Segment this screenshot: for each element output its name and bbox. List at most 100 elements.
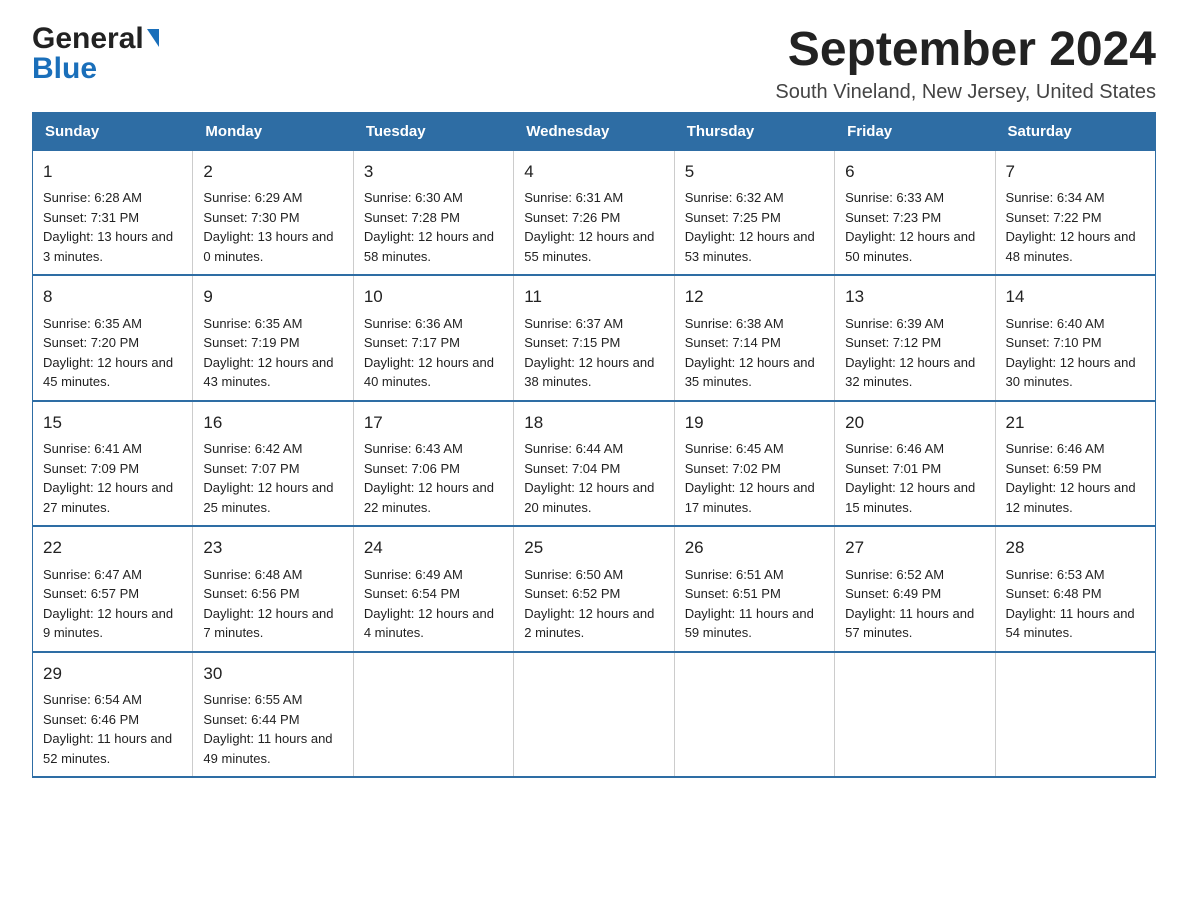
day-number: 22: [43, 535, 182, 561]
day-number: 4: [524, 159, 663, 185]
calendar-cell: 28 Sunrise: 6:53 AMSunset: 6:48 PMDayligh…: [995, 526, 1155, 652]
day-number: 12: [685, 284, 824, 310]
day-number: 10: [364, 284, 503, 310]
day-number: 27: [845, 535, 984, 561]
calendar-cell: [995, 652, 1155, 778]
day-info: Sunrise: 6:53 AMSunset: 6:48 PMDaylight:…: [1006, 565, 1145, 643]
calendar-cell: 21Sunrise: 6:46 AMSunset: 6:59 PMDayligh…: [995, 401, 1155, 527]
day-number: 29: [43, 661, 182, 687]
calendar-cell: 27 Sunrise: 6:52 AMSunset: 6:49 PMDayligh…: [835, 526, 995, 652]
day-info: Sunrise: 6:48 AMSunset: 6:56 PMDaylight:…: [203, 565, 342, 643]
day-info: Sunrise: 6:31 AMSunset: 7:26 PMDaylight:…: [524, 188, 663, 266]
calendar-cell: [674, 652, 834, 778]
calendar-cell: 6 Sunrise: 6:33 AMSunset: 7:23 PMDaylight…: [835, 150, 995, 275]
calendar-cell: 11 Sunrise: 6:37 AMSunset: 7:15 PMDayligh…: [514, 275, 674, 401]
day-number: 1: [43, 159, 182, 185]
calendar-cell: [514, 652, 674, 778]
logo-blue: Blue: [32, 54, 97, 84]
calendar-table: SundayMondayTuesdayWednesdayThursdayFrid…: [32, 112, 1156, 779]
day-info: Sunrise: 6:54 AMSunset: 6:46 PMDaylight:…: [43, 690, 182, 768]
day-info: Sunrise: 6:33 AMSunset: 7:23 PMDaylight:…: [845, 188, 984, 266]
calendar-cell: 30Sunrise: 6:55 AMSunset: 6:44 PMDayligh…: [193, 652, 353, 778]
day-number: 17: [364, 410, 503, 436]
day-number: 18: [524, 410, 663, 436]
calendar-cell: 19Sunrise: 6:45 AMSunset: 7:02 PMDayligh…: [674, 401, 834, 527]
day-info: Sunrise: 6:35 AMSunset: 7:19 PMDaylight:…: [203, 314, 342, 392]
day-number: 15: [43, 410, 182, 436]
logo: General Blue: [32, 24, 159, 84]
day-number: 7: [1006, 159, 1145, 185]
col-header-tuesday: Tuesday: [353, 112, 513, 150]
day-info: Sunrise: 6:39 AMSunset: 7:12 PMDaylight:…: [845, 314, 984, 392]
calendar-cell: 8 Sunrise: 6:35 AMSunset: 7:20 PMDaylight…: [33, 275, 193, 401]
day-number: 14: [1006, 284, 1145, 310]
day-info: Sunrise: 6:36 AMSunset: 7:17 PMDaylight:…: [364, 314, 503, 392]
day-number: 11: [524, 284, 663, 310]
day-info: Sunrise: 6:28 AMSunset: 7:31 PMDaylight:…: [43, 188, 182, 266]
calendar-cell: 12 Sunrise: 6:38 AMSunset: 7:14 PMDayligh…: [674, 275, 834, 401]
day-info: Sunrise: 6:37 AMSunset: 7:15 PMDaylight:…: [524, 314, 663, 392]
day-number: 9: [203, 284, 342, 310]
page-title: September 2024: [775, 24, 1156, 77]
day-number: 23: [203, 535, 342, 561]
day-number: 2: [203, 159, 342, 185]
calendar-cell: 5 Sunrise: 6:32 AMSunset: 7:25 PMDaylight…: [674, 150, 834, 275]
col-header-wednesday: Wednesday: [514, 112, 674, 150]
calendar-cell: 17 Sunrise: 6:43 AMSunset: 7:06 PMDayligh…: [353, 401, 513, 527]
day-info: Sunrise: 6:29 AMSunset: 7:30 PMDaylight:…: [203, 188, 342, 266]
day-info: Sunrise: 6:32 AMSunset: 7:25 PMDaylight:…: [685, 188, 824, 266]
logo-general: General: [32, 24, 144, 54]
calendar-cell: 25Sunrise: 6:50 AMSunset: 6:52 PMDayligh…: [514, 526, 674, 652]
day-info: Sunrise: 6:43 AMSunset: 7:06 PMDaylight:…: [364, 439, 503, 517]
calendar-cell: 18 Sunrise: 6:44 AMSunset: 7:04 PMDayligh…: [514, 401, 674, 527]
day-number: 30: [203, 661, 342, 687]
calendar-cell: 4 Sunrise: 6:31 AMSunset: 7:26 PMDaylight…: [514, 150, 674, 275]
page-header: General Blue September 2024 South Vinela…: [32, 24, 1156, 104]
day-info: Sunrise: 6:41 AMSunset: 7:09 PMDaylight:…: [43, 439, 182, 517]
logo-triangle-icon: [147, 29, 159, 47]
calendar-week-row: 8 Sunrise: 6:35 AMSunset: 7:20 PMDaylight…: [33, 275, 1156, 401]
day-number: 8: [43, 284, 182, 310]
day-info: Sunrise: 6:35 AMSunset: 7:20 PMDaylight:…: [43, 314, 182, 392]
calendar-cell: [353, 652, 513, 778]
calendar-cell: 26Sunrise: 6:51 AMSunset: 6:51 PMDayligh…: [674, 526, 834, 652]
day-info: Sunrise: 6:52 AMSunset: 6:49 PMDaylight:…: [845, 565, 984, 643]
title-block: September 2024 South Vineland, New Jerse…: [775, 24, 1156, 104]
day-number: 19: [685, 410, 824, 436]
calendar-week-row: 29 Sunrise: 6:54 AMSunset: 6:46 PMDayligh…: [33, 652, 1156, 778]
day-info: Sunrise: 6:40 AMSunset: 7:10 PMDaylight:…: [1006, 314, 1145, 392]
calendar-header-row: SundayMondayTuesdayWednesdayThursdayFrid…: [33, 112, 1156, 150]
calendar-cell: 16Sunrise: 6:42 AMSunset: 7:07 PMDayligh…: [193, 401, 353, 527]
day-info: Sunrise: 6:46 AMSunset: 6:59 PMDaylight:…: [1006, 439, 1145, 517]
calendar-week-row: 1 Sunrise: 6:28 AMSunset: 7:31 PMDaylight…: [33, 150, 1156, 275]
page-subtitle: South Vineland, New Jersey, United State…: [775, 81, 1156, 104]
day-info: Sunrise: 6:51 AMSunset: 6:51 PMDaylight:…: [685, 565, 824, 643]
calendar-cell: 2 Sunrise: 6:29 AMSunset: 7:30 PMDaylight…: [193, 150, 353, 275]
day-info: Sunrise: 6:44 AMSunset: 7:04 PMDaylight:…: [524, 439, 663, 517]
day-info: Sunrise: 6:42 AMSunset: 7:07 PMDaylight:…: [203, 439, 342, 517]
calendar-week-row: 15 Sunrise: 6:41 AMSunset: 7:09 PMDayligh…: [33, 401, 1156, 527]
calendar-cell: 29 Sunrise: 6:54 AMSunset: 6:46 PMDayligh…: [33, 652, 193, 778]
calendar-cell: 24Sunrise: 6:49 AMSunset: 6:54 PMDayligh…: [353, 526, 513, 652]
calendar-cell: 13 Sunrise: 6:39 AMSunset: 7:12 PMDayligh…: [835, 275, 995, 401]
calendar-cell: 10 Sunrise: 6:36 AMSunset: 7:17 PMDayligh…: [353, 275, 513, 401]
day-number: 13: [845, 284, 984, 310]
day-number: 28: [1006, 535, 1145, 561]
calendar-cell: 22Sunrise: 6:47 AMSunset: 6:57 PMDayligh…: [33, 526, 193, 652]
calendar-cell: 1 Sunrise: 6:28 AMSunset: 7:31 PMDaylight…: [33, 150, 193, 275]
calendar-cell: [835, 652, 995, 778]
calendar-cell: 14 Sunrise: 6:40 AMSunset: 7:10 PMDayligh…: [995, 275, 1155, 401]
calendar-cell: 3Sunrise: 6:30 AMSunset: 7:28 PMDaylight…: [353, 150, 513, 275]
col-header-monday: Monday: [193, 112, 353, 150]
day-info: Sunrise: 6:38 AMSunset: 7:14 PMDaylight:…: [685, 314, 824, 392]
col-header-sunday: Sunday: [33, 112, 193, 150]
day-info: Sunrise: 6:30 AMSunset: 7:28 PMDaylight:…: [364, 188, 503, 266]
day-info: Sunrise: 6:50 AMSunset: 6:52 PMDaylight:…: [524, 565, 663, 643]
day-number: 6: [845, 159, 984, 185]
calendar-cell: 7Sunrise: 6:34 AMSunset: 7:22 PMDaylight…: [995, 150, 1155, 275]
day-number: 20: [845, 410, 984, 436]
calendar-cell: 9 Sunrise: 6:35 AMSunset: 7:19 PMDaylight…: [193, 275, 353, 401]
calendar-cell: 20Sunrise: 6:46 AMSunset: 7:01 PMDayligh…: [835, 401, 995, 527]
day-number: 24: [364, 535, 503, 561]
day-number: 5: [685, 159, 824, 185]
